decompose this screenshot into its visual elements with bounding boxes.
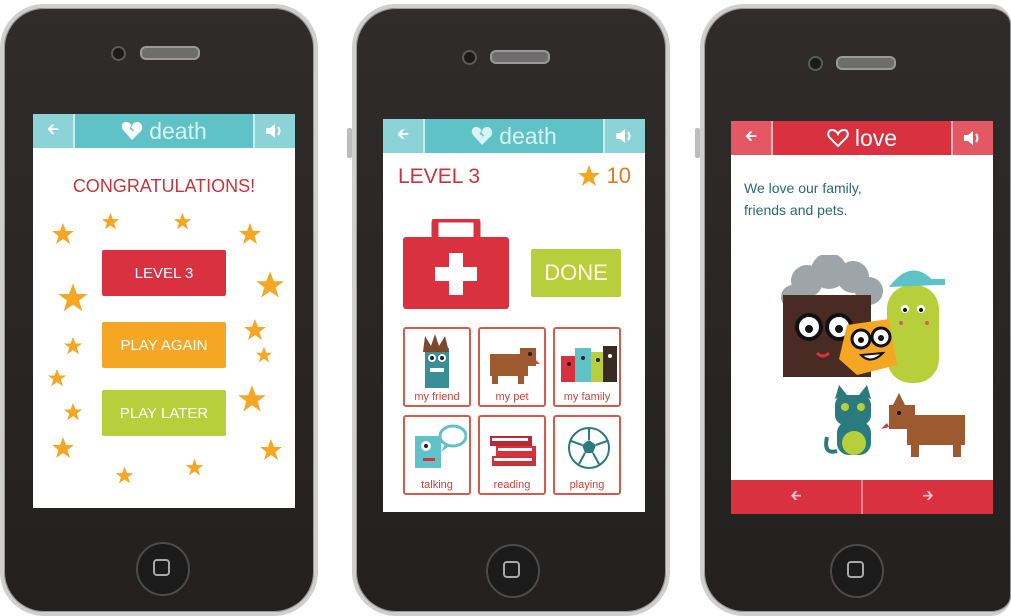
level-button[interactable]: LEVEL 3 xyxy=(102,250,226,296)
previous-page-button[interactable]: 🡰 xyxy=(731,480,861,514)
star-icon xyxy=(173,212,192,230)
star-icon xyxy=(52,223,74,244)
star-icon xyxy=(115,466,134,484)
star-icon xyxy=(255,346,273,363)
arrow-left-icon: 🡰 xyxy=(790,488,802,504)
love-text-line: friends and pets. xyxy=(744,202,848,218)
level-label: LEVEL 3 xyxy=(398,165,481,188)
score-value: 10 xyxy=(606,163,631,188)
star-icon xyxy=(63,402,83,421)
screen-level: 🡰 death LEVEL 3 10 DONE my friend my pet… xyxy=(383,119,645,512)
tile-my-family[interactable]: my family xyxy=(553,327,621,407)
arrow-left-icon: 🡰 xyxy=(46,119,60,138)
play-again-button[interactable]: PLAY AGAIN xyxy=(102,322,226,368)
star-icon xyxy=(238,385,266,412)
arrow-left-icon: 🡰 xyxy=(744,126,758,145)
bottom-nav-bar: 🡰 🡲 xyxy=(731,480,993,514)
tile-label: talking xyxy=(421,479,453,491)
phone-love: 🡰 love We love our family, friends and p… xyxy=(695,4,1011,616)
love-description: We love our family, friends and pets. xyxy=(744,177,862,221)
star-icon xyxy=(47,368,67,387)
speaker-icon xyxy=(616,129,631,143)
top-bar: 🡰 death xyxy=(33,114,295,148)
star-icon xyxy=(101,212,120,230)
tile-playing[interactable]: playing xyxy=(553,415,621,495)
friend-monster-icon xyxy=(423,334,449,388)
books-icon xyxy=(490,436,536,466)
love-text-line: We love our family, xyxy=(744,180,862,196)
star-icon xyxy=(52,437,74,458)
earpiece-speaker xyxy=(140,46,200,60)
star-icon xyxy=(185,458,204,476)
home-button[interactable] xyxy=(830,544,884,598)
phone-congratulations: 🡰 death CONGRATULATIONS! LEVEL 3 PLAY AG… xyxy=(0,4,318,616)
front-camera xyxy=(462,50,477,65)
star-icon xyxy=(244,319,266,340)
front-camera xyxy=(111,46,126,61)
tile-talking[interactable]: talking xyxy=(403,415,471,495)
top-bar: 🡰 death xyxy=(383,119,645,153)
topic-title: love xyxy=(854,124,898,151)
broken-heart-icon xyxy=(122,121,143,140)
earpiece-speaker xyxy=(490,50,550,64)
heart-icon xyxy=(827,128,849,148)
star-icon xyxy=(260,439,282,460)
screen-love: 🡰 love We love our family, friends and p… xyxy=(731,121,993,514)
topic-header: death xyxy=(425,123,603,150)
tile-my-friend[interactable]: my friend xyxy=(403,327,471,407)
speech-bubble-icon xyxy=(415,424,467,468)
earpiece-speaker xyxy=(836,56,896,70)
sound-button[interactable] xyxy=(951,121,993,155)
arrow-right-icon: 🡲 xyxy=(922,488,934,504)
screen-congratulations: 🡰 death CONGRATULATIONS! LEVEL 3 PLAY AG… xyxy=(33,114,295,508)
score-display: 10 xyxy=(577,163,631,189)
star-icon xyxy=(256,271,284,298)
family-friends-pets-illustration xyxy=(781,255,965,457)
soccer-ball-icon xyxy=(568,427,610,469)
home-button[interactable] xyxy=(486,544,540,598)
tile-label: my pet xyxy=(495,391,529,403)
dog-icon xyxy=(490,348,540,384)
speaker-icon xyxy=(266,124,281,138)
star-icon xyxy=(239,223,261,244)
tile-label: my friend xyxy=(414,391,460,403)
back-button[interactable]: 🡰 xyxy=(731,121,773,155)
front-camera xyxy=(808,56,823,71)
star-icon xyxy=(58,283,88,312)
star-icon xyxy=(63,336,83,355)
phone-level: 🡰 death LEVEL 3 10 DONE my friend my pet… xyxy=(347,4,670,616)
congratulations-heading: CONGRATULATIONS! xyxy=(72,176,256,196)
broken-heart-icon xyxy=(472,126,493,145)
topic-title: death xyxy=(499,122,557,149)
home-button[interactable] xyxy=(136,542,190,596)
tile-label: my family xyxy=(563,391,611,403)
speaker-icon xyxy=(964,131,979,145)
sound-button[interactable] xyxy=(603,119,645,153)
topic-title: death xyxy=(149,117,207,144)
back-button[interactable]: 🡰 xyxy=(33,114,75,148)
first-aid-kit-icon xyxy=(403,219,509,309)
family-icon xyxy=(561,346,617,382)
tile-label: reading xyxy=(493,479,531,491)
topic-header: love xyxy=(773,125,951,152)
arrow-left-icon: 🡰 xyxy=(396,124,410,143)
sound-button[interactable] xyxy=(253,114,295,148)
next-page-button[interactable]: 🡲 xyxy=(861,480,993,514)
tile-reading[interactable]: reading xyxy=(478,415,546,495)
tile-my-pet[interactable]: my pet xyxy=(478,327,546,407)
topic-header: death xyxy=(75,118,253,145)
done-button[interactable]: DONE xyxy=(531,249,621,297)
tile-label: playing xyxy=(569,479,605,491)
back-button[interactable]: 🡰 xyxy=(383,119,425,153)
top-bar: 🡰 love xyxy=(731,121,993,155)
star-icon xyxy=(577,165,600,186)
play-later-button[interactable]: PLAY LATER xyxy=(102,390,226,436)
